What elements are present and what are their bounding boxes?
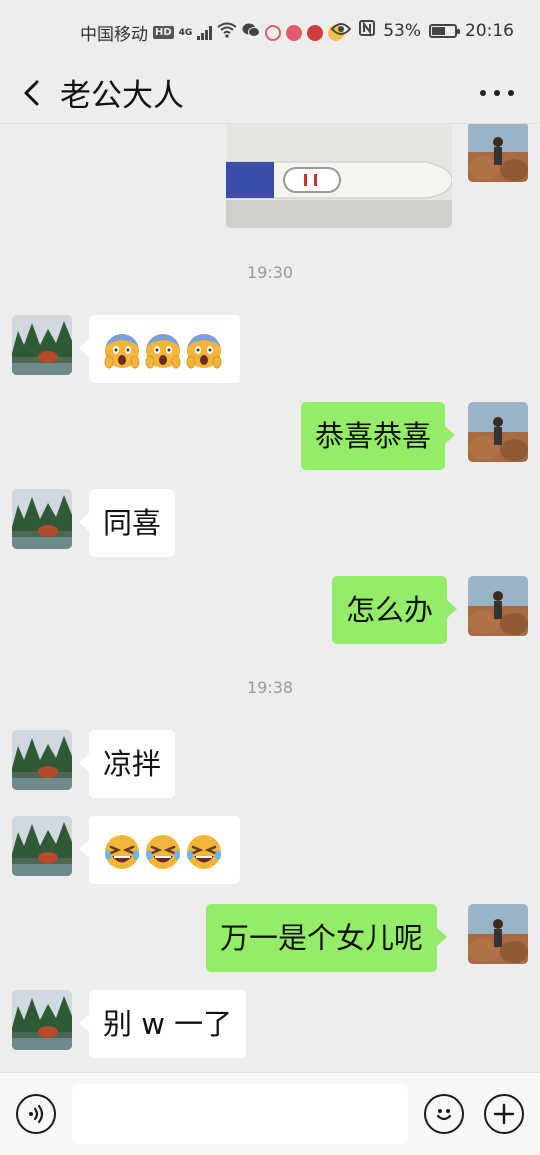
voice-icon[interactable] — [16, 1094, 56, 1134]
laughing-crying-emoji-icon — [103, 833, 141, 871]
message-bubble-sent[interactable]: 万一是个女儿呢 — [206, 904, 448, 972]
chat-title: 老公大人 — [60, 78, 184, 114]
message-bubble-sent[interactable]: 怎么办 — [332, 576, 458, 644]
plus-icon[interactable] — [484, 1094, 524, 1134]
app-notification-icon — [265, 24, 282, 41]
wechat-icon — [242, 22, 261, 43]
my-avatar[interactable] — [468, 576, 528, 636]
scream-emoji-icon — [144, 332, 182, 370]
clock: 20:16 — [465, 20, 514, 41]
contact-avatar[interactable] — [12, 816, 72, 876]
battery-icon — [429, 23, 460, 38]
chevron-left-icon[interactable] — [18, 78, 48, 108]
my-avatar[interactable] — [468, 402, 528, 462]
signal-icon — [197, 25, 213, 40]
message-input[interactable] — [72, 1084, 408, 1144]
carrier-label: 中国移动 — [80, 25, 148, 45]
message-bubble-received[interactable]: 同喜 — [78, 489, 176, 557]
hd-badge: HD — [153, 26, 174, 39]
pregnancy-test-photo[interactable] — [226, 124, 452, 228]
contact-avatar[interactable] — [12, 730, 72, 790]
nfc-icon — [359, 20, 376, 41]
message-bubble-received[interactable] — [79, 315, 240, 383]
contact-avatar[interactable] — [12, 315, 72, 375]
timestamp: 19:38 — [246, 678, 294, 697]
app-notification-icon — [286, 24, 303, 41]
chat-header: 老公大人 — [0, 62, 540, 124]
scream-emoji-icon — [185, 332, 223, 370]
status-bar: 中国移动 HD 4G 53% 20:16 — [0, 0, 540, 62]
smiley-icon[interactable] — [424, 1094, 464, 1134]
my-avatar[interactable] — [468, 124, 528, 182]
network-type: 4G — [178, 27, 193, 38]
laughing-crying-emoji-icon — [185, 833, 223, 871]
status-bar-left: 中国移动 HD 4G — [80, 20, 345, 45]
contact-avatar[interactable] — [12, 489, 72, 549]
my-avatar[interactable] — [468, 904, 528, 964]
contact-avatar[interactable] — [12, 990, 72, 1050]
message-bubble-received[interactable] — [79, 816, 240, 884]
message-list[interactable]: 19:30 恭喜恭喜 同喜 怎么办 19:38 凉拌 万一是个女儿呢 别 w 一… — [0, 124, 540, 1072]
scream-emoji-icon — [103, 332, 141, 370]
more-dots-icon[interactable] — [480, 78, 514, 108]
message-bubble-received[interactable]: 凉拌 — [78, 730, 176, 798]
wifi-icon — [217, 22, 237, 43]
battery-percent: 53% — [383, 20, 421, 41]
app-notification-icon — [307, 24, 324, 41]
laughing-crying-emoji-icon — [144, 833, 182, 871]
message-bubble-sent[interactable]: 恭喜恭喜 — [301, 402, 456, 470]
message-bubble-received[interactable]: 别 w 一了 — [78, 990, 247, 1058]
status-bar-right: 53% 20:16 — [330, 20, 514, 41]
eye-icon — [330, 21, 352, 41]
input-bar — [0, 1072, 540, 1155]
timestamp: 19:30 — [246, 263, 294, 282]
